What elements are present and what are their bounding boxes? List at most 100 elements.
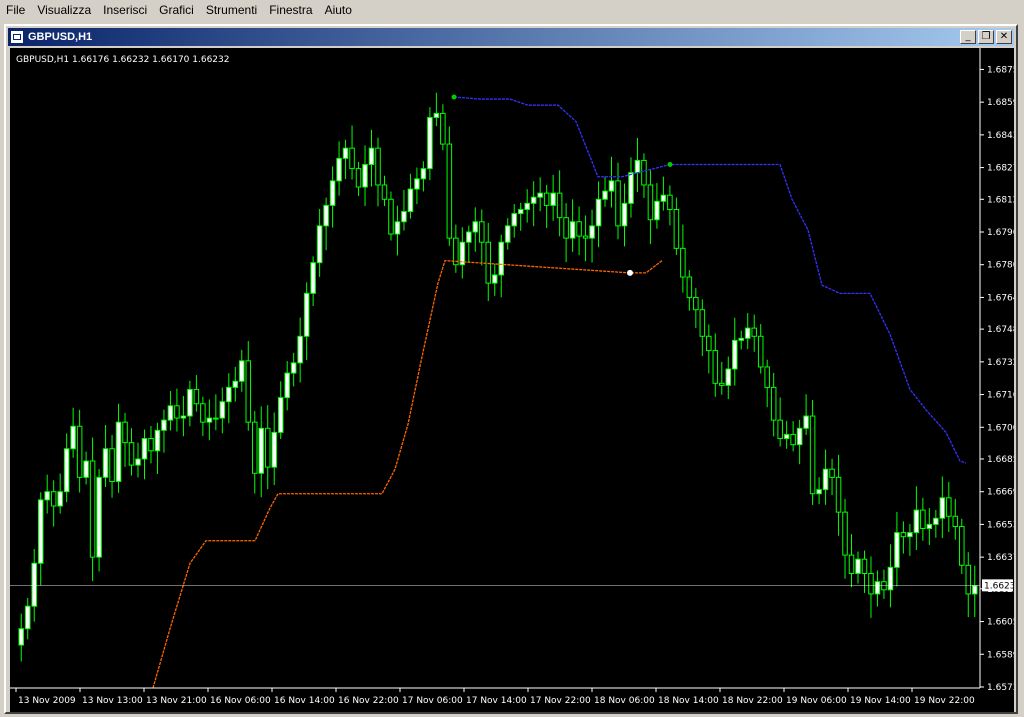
- candle-body: [959, 525, 965, 566]
- close-button[interactable]: ✕: [996, 30, 1012, 44]
- candle-body: [770, 386, 777, 421]
- candle-body: [161, 419, 167, 431]
- candle-body: [887, 566, 894, 591]
- candle-body: [595, 198, 602, 227]
- candle-body: [362, 164, 368, 188]
- price-tick-label: 1.67485: [987, 325, 1014, 335]
- candle-body: [725, 368, 732, 386]
- candle-body: [848, 554, 855, 574]
- candle-body: [874, 581, 881, 595]
- candle-body: [427, 116, 433, 170]
- price-chart[interactable]: GBPUSD,H1 1.66176 1.66232 1.66170 1.6623…: [10, 48, 1014, 712]
- candle-body: [719, 382, 725, 386]
- candle-body: [115, 421, 122, 482]
- candle-body: [206, 417, 213, 423]
- candle-body: [550, 192, 556, 206]
- candle-body: [615, 180, 621, 227]
- candle-body: [297, 335, 303, 364]
- candle-body: [537, 192, 543, 198]
- candle-body: [712, 350, 719, 384]
- candle-body: [796, 427, 803, 446]
- candle-body: [336, 157, 342, 182]
- candle-body: [790, 433, 796, 446]
- minimize-button[interactable]: _: [960, 30, 976, 44]
- candle-body: [835, 476, 842, 513]
- menu-inserisci[interactable]: Inserisci: [97, 0, 153, 21]
- candle-body: [777, 419, 783, 440]
- menu-aiuto[interactable]: Aiuto: [319, 0, 358, 21]
- candle-body: [693, 296, 699, 311]
- candle-body: [524, 202, 530, 211]
- candle-body: [135, 458, 141, 466]
- candle-body: [96, 476, 102, 558]
- candle-body: [310, 262, 316, 294]
- chart-area[interactable]: GBPUSD,H1 1.66176 1.66232 1.66170 1.6623…: [10, 48, 1014, 712]
- candle-body: [485, 241, 492, 284]
- candle-body: [803, 415, 809, 429]
- candle-body: [881, 581, 887, 591]
- candle-body: [44, 491, 50, 501]
- candle-body: [511, 213, 517, 227]
- price-tick-label: 1.67800: [987, 261, 1014, 271]
- candle-body: [829, 468, 835, 478]
- candle-body: [109, 448, 115, 482]
- candle-body: [83, 460, 89, 478]
- candle-body: [530, 196, 537, 204]
- menu-visualizza[interactable]: Visualizza: [31, 0, 97, 21]
- candle-body: [621, 202, 628, 227]
- candle-body: [323, 204, 329, 227]
- candle-body: [50, 491, 57, 507]
- candle-body: [57, 491, 63, 507]
- candle-body: [686, 276, 693, 298]
- chart-window: GBPUSD,H1 _ ❐ ✕ GBPUSD,H1 1.66176 1.6623…: [4, 24, 1018, 714]
- candle-body: [582, 235, 589, 239]
- time-tick-label: 19 Nov 06:00: [786, 696, 847, 706]
- ohlc-readout: GBPUSD,H1 1.66176 1.66232 1.66170 1.6623…: [16, 55, 229, 65]
- price-tick-label: 1.67960: [987, 228, 1014, 238]
- candle-body: [271, 431, 277, 468]
- time-tick-label: 19 Nov 22:00: [914, 696, 975, 706]
- candle-body: [757, 335, 764, 368]
- restore-button[interactable]: ❐: [978, 30, 994, 44]
- candle-body: [76, 425, 83, 478]
- menu-file[interactable]: File: [0, 0, 31, 21]
- candle-body: [900, 532, 907, 538]
- candle-body: [939, 497, 946, 519]
- candle-body: [213, 417, 219, 420]
- candle-body: [284, 372, 290, 399]
- candle-body: [368, 147, 375, 166]
- candle-body: [751, 327, 757, 337]
- price-tick-label: 1.65735: [987, 683, 1014, 693]
- menu-finestra[interactable]: Finestra: [263, 0, 318, 21]
- candle-body: [349, 147, 355, 170]
- price-tick-label: 1.66055: [987, 618, 1014, 628]
- candle-body: [446, 143, 453, 239]
- candle-body: [706, 335, 712, 352]
- time-tick-label: 18 Nov 22:00: [722, 696, 783, 706]
- price-tick-label: 1.68755: [987, 65, 1014, 75]
- candle-body: [381, 184, 388, 200]
- candle-body: [264, 427, 271, 468]
- candle-body: [699, 309, 706, 337]
- time-tick-label: 13 Nov 21:00: [146, 696, 207, 706]
- candle-body: [479, 221, 485, 243]
- candle-body: [971, 585, 978, 595]
- candle-body: [952, 515, 959, 527]
- candle-body: [329, 180, 336, 206]
- price-tick-label: 1.68435: [987, 131, 1014, 141]
- window-titlebar[interactable]: GBPUSD,H1 _ ❐ ✕: [8, 28, 1014, 46]
- menu-grafici[interactable]: Grafici: [153, 0, 200, 21]
- time-tick-label: 16 Nov 14:00: [274, 696, 335, 706]
- candle-body: [303, 292, 310, 337]
- candle-body: [576, 221, 582, 237]
- candle-body: [277, 397, 284, 433]
- candle-body: [154, 429, 161, 452]
- candle-body: [764, 366, 770, 388]
- menu-strumenti[interactable]: Strumenti: [200, 0, 263, 21]
- candle-body: [673, 209, 680, 249]
- candle-body: [219, 401, 226, 419]
- candle-body: [920, 509, 926, 530]
- candle-body: [907, 532, 913, 538]
- sar-up-line: [152, 259, 663, 689]
- candle-body: [239, 360, 245, 382]
